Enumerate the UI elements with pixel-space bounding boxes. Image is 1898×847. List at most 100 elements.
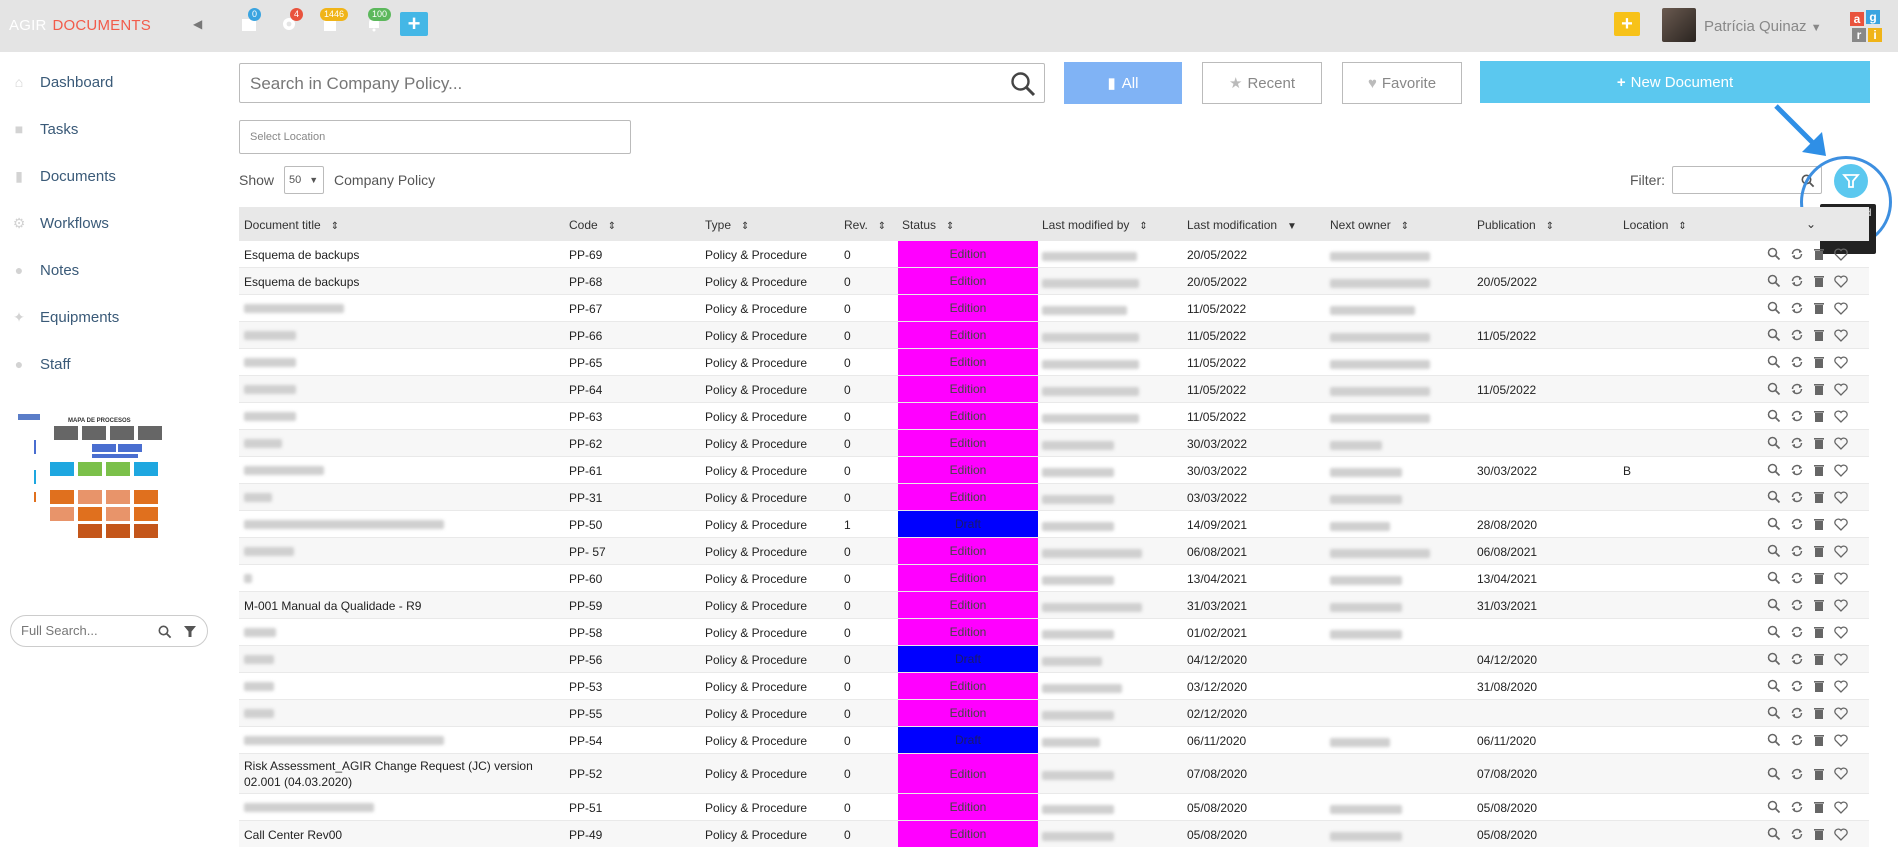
add-button[interactable]: + (1614, 12, 1640, 36)
document-title-cell[interactable] (244, 707, 274, 721)
sidebar-item-workflows[interactable]: ⚙ Workflows (10, 213, 109, 233)
trash-icon[interactable] (1813, 706, 1825, 720)
column-header-type[interactable]: Type ⇕ (705, 218, 749, 232)
new-document-button[interactable]: + New Document (1480, 61, 1870, 103)
document-title-cell[interactable] (244, 626, 276, 640)
table-row[interactable]: Risk Assessment_AGIR Change Request (JC)… (239, 754, 1869, 794)
process-map-image[interactable]: MAPA DE PROCESOS (14, 410, 184, 540)
refresh-icon[interactable] (1790, 733, 1804, 747)
table-row[interactable]: PP-62 Policy & Procedure 0 Edition 30/03/202… (239, 430, 1869, 457)
refresh-icon[interactable] (1790, 544, 1804, 558)
refresh-icon[interactable] (1790, 274, 1804, 288)
view-icon[interactable] (1767, 517, 1781, 531)
column-header-status[interactable]: Status ⇕ (902, 218, 954, 232)
document-title-cell[interactable] (244, 518, 444, 532)
view-icon[interactable] (1767, 355, 1781, 369)
heart-icon[interactable] (1834, 382, 1848, 396)
refresh-icon[interactable] (1790, 517, 1804, 531)
view-icon[interactable] (1767, 767, 1781, 781)
heart-icon[interactable] (1834, 679, 1848, 693)
trash-icon[interactable] (1813, 517, 1825, 531)
refresh-icon[interactable] (1790, 436, 1804, 450)
table-row[interactable]: PP-67 Policy & Procedure 0 Edition 11/05/202… (239, 295, 1869, 322)
column-header-publication[interactable]: Publication ⇕ (1477, 218, 1554, 232)
view-icon[interactable] (1767, 827, 1781, 841)
table-row[interactable]: PP-50 Policy & Procedure 1 Draft 14/09/2021 2… (239, 511, 1869, 538)
trash-icon[interactable] (1813, 827, 1825, 841)
heart-icon[interactable] (1834, 800, 1848, 814)
view-icon[interactable] (1767, 328, 1781, 342)
trash-icon[interactable] (1813, 625, 1825, 639)
trash-icon[interactable] (1813, 247, 1825, 261)
quick-add-button[interactable]: + (400, 12, 428, 36)
sidebar-item-documents[interactable]: ▮ Documents (10, 166, 116, 186)
column-header-location[interactable]: Location ⇕ (1623, 218, 1687, 232)
user-menu[interactable]: Patrícia Quinaz ▼ (1704, 18, 1822, 35)
document-title-cell[interactable] (244, 437, 282, 451)
refresh-icon[interactable] (1790, 247, 1804, 261)
heart-icon[interactable] (1834, 436, 1848, 450)
sidebar-item-equipments[interactable]: ✦ Equipments (10, 307, 119, 327)
heart-icon[interactable] (1834, 328, 1848, 342)
view-icon[interactable] (1767, 598, 1781, 612)
refresh-icon[interactable] (1790, 827, 1804, 841)
heart-icon[interactable] (1834, 463, 1848, 477)
document-title-cell[interactable] (244, 734, 444, 748)
search-icon[interactable] (1010, 71, 1036, 97)
column-header-code[interactable]: Code ⇕ (569, 218, 616, 232)
refresh-icon[interactable] (1790, 652, 1804, 666)
trash-icon[interactable] (1813, 733, 1825, 747)
table-row[interactable]: PP-55 Policy & Procedure 0 Edition 02/12/202… (239, 700, 1869, 727)
view-icon[interactable] (1767, 544, 1781, 558)
document-title-cell[interactable] (244, 653, 274, 667)
trash-icon[interactable] (1813, 679, 1825, 693)
document-title-cell[interactable] (244, 491, 272, 505)
column-header-rev[interactable]: Rev. ⇕ (844, 218, 886, 232)
heart-icon[interactable] (1834, 625, 1848, 639)
document-title-cell[interactable]: Risk Assessment_AGIR Change Request (JC)… (244, 758, 564, 790)
trash-icon[interactable] (1813, 800, 1825, 814)
sidebar-collapse-icon[interactable]: ◀ (193, 17, 202, 31)
view-icon[interactable] (1767, 706, 1781, 720)
table-row[interactable]: Esquema de backups PP-69 Policy & Procedur… (239, 241, 1869, 268)
document-title-cell[interactable] (244, 410, 296, 424)
sidebar-item-tasks[interactable]: ■ Tasks (10, 119, 79, 139)
document-title-cell[interactable] (244, 464, 324, 478)
trash-icon[interactable] (1813, 598, 1825, 612)
trash-icon[interactable] (1813, 652, 1825, 666)
trash-icon[interactable] (1813, 274, 1825, 288)
trash-icon[interactable] (1813, 382, 1825, 396)
refresh-icon[interactable] (1790, 767, 1804, 781)
heart-icon[interactable] (1834, 247, 1848, 261)
refresh-icon[interactable] (1790, 598, 1804, 612)
column-header-last-modification[interactable]: Last modification ▼ (1187, 218, 1297, 232)
view-icon[interactable] (1767, 733, 1781, 747)
heart-icon[interactable] (1834, 571, 1848, 585)
favorite-button[interactable]: ♥ Favorite (1342, 62, 1462, 104)
table-row[interactable]: PP-64 Policy & Procedure 0 Edition 11/05/202… (239, 376, 1869, 403)
page-size-select[interactable]: 50 ▼ (284, 166, 325, 194)
table-row[interactable]: PP-60 Policy & Procedure 0 Edition 13/04/202… (239, 565, 1869, 592)
trash-icon[interactable] (1813, 463, 1825, 477)
table-row[interactable]: PP-63 Policy & Procedure 0 Edition 11/05/202… (239, 403, 1869, 430)
heart-icon[interactable] (1834, 490, 1848, 504)
filter-input[interactable] (1672, 166, 1822, 194)
view-icon[interactable] (1767, 274, 1781, 288)
table-row[interactable]: PP-61 Policy & Procedure 0 Edition 30/03/202… (239, 457, 1869, 484)
heart-icon[interactable] (1834, 598, 1848, 612)
document-title-cell[interactable] (244, 545, 294, 559)
apps-icon[interactable]: a g r i (1848, 10, 1888, 44)
view-icon[interactable] (1767, 247, 1781, 261)
table-row[interactable]: PP-66 Policy & Procedure 0 Edition 11/05/202… (239, 322, 1869, 349)
document-title-cell[interactable]: Esquema de backups (244, 248, 359, 262)
refresh-icon[interactable] (1790, 409, 1804, 423)
trash-icon[interactable] (1813, 328, 1825, 342)
table-row[interactable]: PP-58 Policy & Procedure 0 Edition 01/02/202… (239, 619, 1869, 646)
table-row[interactable]: PP-53 Policy & Procedure 0 Edition 03/12/202… (239, 673, 1869, 700)
document-title-cell[interactable]: Call Center Rev00 (244, 828, 342, 842)
refresh-icon[interactable] (1790, 328, 1804, 342)
view-icon[interactable] (1767, 382, 1781, 396)
document-title-cell[interactable] (244, 801, 374, 815)
full-search-input[interactable] (21, 623, 151, 638)
table-row[interactable]: PP-51 Policy & Procedure 0 Edition 05/08/202… (239, 794, 1869, 821)
